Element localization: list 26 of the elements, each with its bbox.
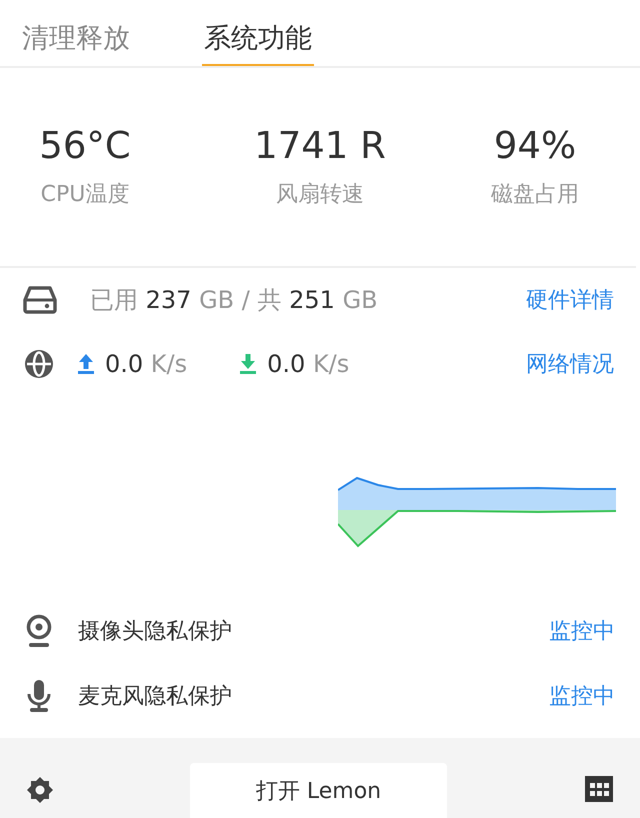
- hardware-details-link[interactable]: 硬件详情: [526, 285, 614, 315]
- upload-speed: 0.0 K/s: [105, 350, 188, 378]
- stat-value: 1741 R: [254, 124, 386, 166]
- storage-usage: 已用 237 GB / 共 251 GB: [90, 285, 378, 316]
- monitoring-status[interactable]: 监控中: [549, 680, 615, 710]
- upload-arrow-icon: [77, 353, 95, 375]
- hard-drive-icon: [23, 286, 57, 314]
- stat-value: 94%: [494, 124, 576, 166]
- privacy-label: 麦克风隐私保护: [78, 682, 232, 710]
- settings-icon[interactable]: [26, 776, 54, 804]
- stat-label: CPU温度: [40, 180, 130, 208]
- download-arrow-icon: [239, 353, 258, 375]
- microphone-icon: [26, 678, 52, 712]
- network-details-link[interactable]: 网络情况: [526, 349, 614, 379]
- stat-label: 磁盘占用: [491, 180, 579, 208]
- tab[interactable]: 清理释放: [20, 0, 132, 66]
- globe-icon: [23, 348, 55, 380]
- download-speed: 0.0 K/s: [267, 350, 350, 378]
- webcam-icon: [26, 614, 52, 648]
- stat-value: 56°C: [39, 124, 131, 166]
- tab[interactable]: 系统功能: [202, 0, 314, 66]
- monitoring-status[interactable]: 监控中: [549, 616, 615, 646]
- open-lemon-button[interactable]: 打开 Lemon: [190, 763, 447, 818]
- grid-icon[interactable]: [585, 776, 613, 802]
- stat-label: 风扇转速: [276, 180, 364, 208]
- privacy-label: 摄像头隐私保护: [78, 618, 232, 646]
